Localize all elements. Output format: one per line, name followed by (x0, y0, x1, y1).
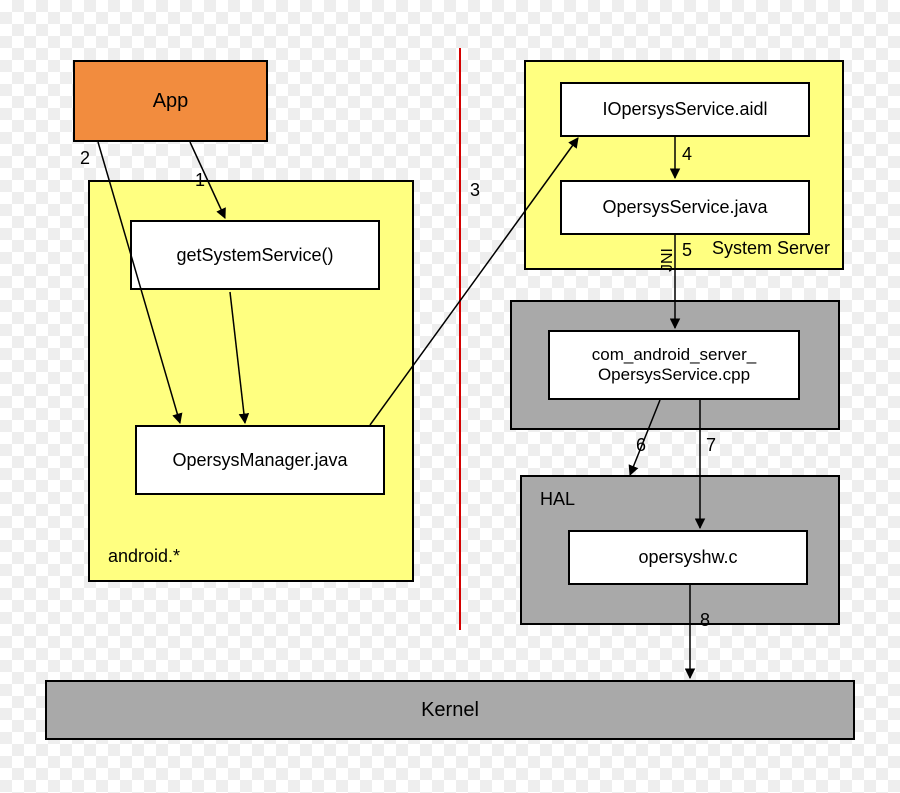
node-opersys-manager: OpersysManager.java (135, 425, 385, 495)
label-jni-vertical: JNI (658, 248, 677, 272)
node-iopersys-aidl-label: IOpersysService.aidl (602, 99, 767, 120)
edge-label-5: 5 (682, 240, 692, 262)
node-jni-cpp-label1: com_android_server_ (592, 345, 756, 365)
edge-label-1: 1 (195, 170, 205, 192)
group-system-server-label: System Server (712, 238, 830, 260)
group-hal-label: HAL (540, 489, 575, 511)
node-opersys-service-java-label: OpersysService.java (602, 197, 767, 218)
group-android-star-label: android.* (108, 546, 180, 568)
node-app: App (73, 60, 268, 142)
node-kernel-label: Kernel (421, 699, 479, 722)
edge-label-6: 6 (636, 435, 646, 457)
edge-label-8: 8 (700, 610, 710, 632)
diagram-stage: android.* System Server HAL Kernel App g… (0, 0, 900, 793)
node-opersys-service-java: OpersysService.java (560, 180, 810, 235)
node-get-system-service-label: getSystemService() (176, 245, 333, 266)
node-jni-cpp-label2: OpersysService.cpp (598, 365, 750, 385)
node-jni-cpp: com_android_server_ OpersysService.cpp (548, 330, 800, 400)
node-opersyshw-c-label: opersyshw.c (638, 547, 737, 568)
node-kernel: Kernel (45, 680, 855, 740)
edge-label-3: 3 (470, 180, 480, 202)
edge-label-2: 2 (80, 148, 90, 170)
node-opersys-manager-label: OpersysManager.java (172, 450, 347, 471)
node-iopersys-aidl: IOpersysService.aidl (560, 82, 810, 137)
node-opersyshw-c: opersyshw.c (568, 530, 808, 585)
node-get-system-service: getSystemService() (130, 220, 380, 290)
edge-label-7: 7 (706, 435, 716, 457)
node-app-label: App (153, 90, 189, 113)
edge-label-4: 4 (682, 144, 692, 166)
